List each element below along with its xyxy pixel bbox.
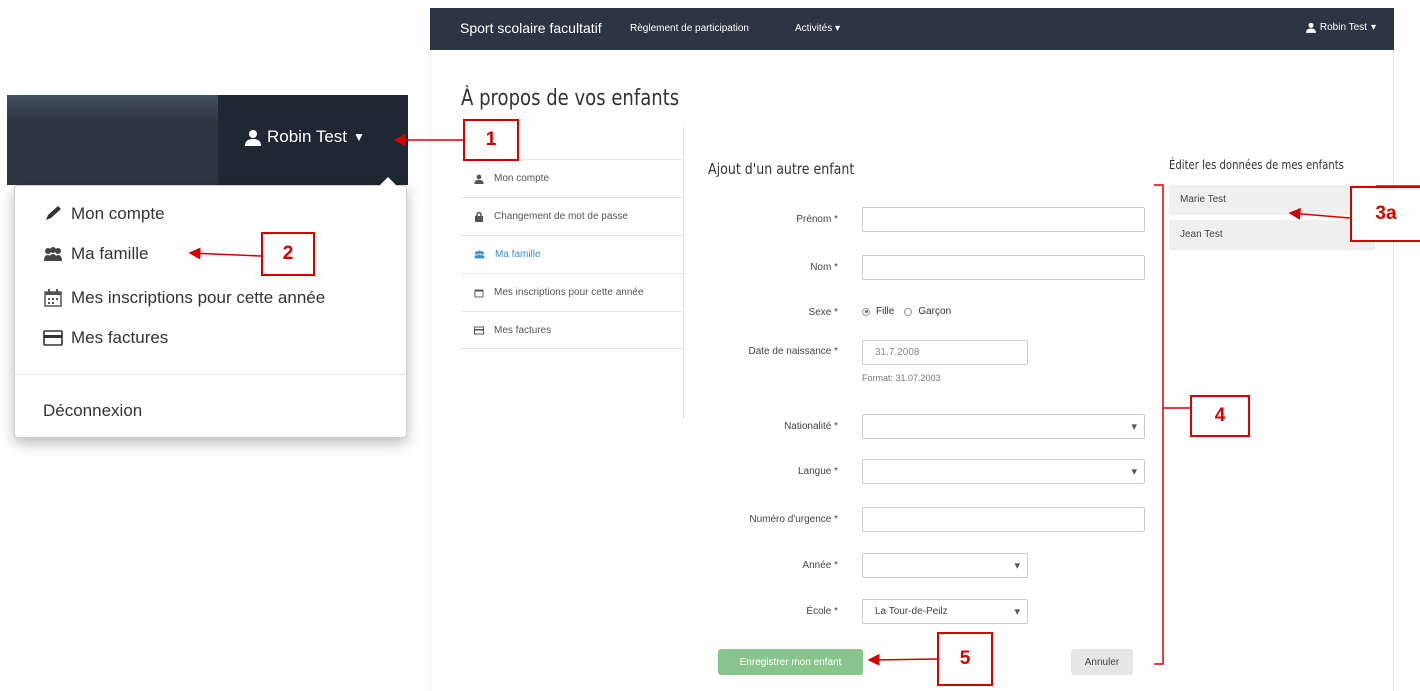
annotation-arrows	[188, 134, 1420, 666]
annotation-5: 5	[937, 632, 993, 686]
annotation-3a: 3a	[1350, 186, 1420, 242]
annotation-1: 1	[463, 119, 519, 161]
annotation-4: 4	[1190, 395, 1250, 437]
annotation-2: 2	[261, 232, 315, 276]
